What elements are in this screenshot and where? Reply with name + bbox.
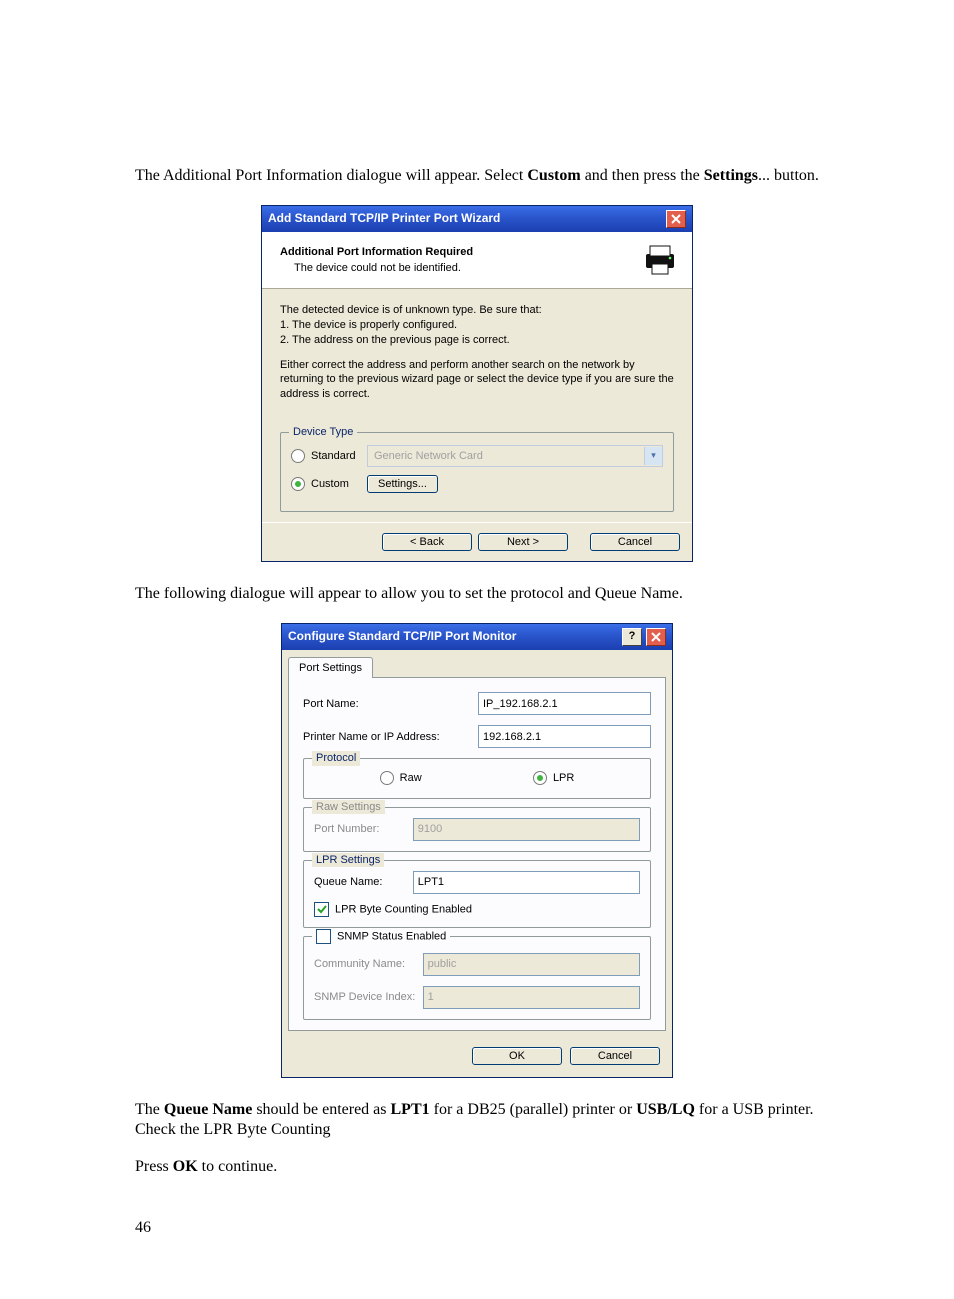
wizard-header-title: Additional Port Information Required bbox=[280, 245, 640, 259]
instruction-paragraph-4: Check the LPR Byte Counting bbox=[135, 1120, 819, 1141]
port-name-input[interactable] bbox=[478, 692, 651, 715]
queue-name-input[interactable] bbox=[413, 871, 640, 894]
device-type-fieldset: Device Type Standard Generic Network Car… bbox=[280, 432, 674, 512]
lpr-settings-legend: LPR Settings bbox=[312, 853, 384, 867]
snmp-fieldset: SNMP Status Enabled Community Name: SNMP… bbox=[303, 936, 651, 1020]
configure-port-dialog: Configure Standard TCP/IP Port Monitor ?… bbox=[281, 623, 673, 1078]
device-type-select: Generic Network Card ▾ bbox=[367, 445, 663, 467]
close-icon[interactable] bbox=[666, 210, 686, 228]
configure-titlebar[interactable]: Configure Standard TCP/IP Port Monitor ? bbox=[282, 624, 672, 650]
lpr-byte-counting-label: LPR Byte Counting Enabled bbox=[335, 903, 472, 915]
queue-name-label: Queue Name: bbox=[314, 875, 413, 889]
help-icon[interactable]: ? bbox=[622, 628, 642, 646]
snmp-index-input bbox=[423, 986, 640, 1009]
cancel-button[interactable]: Cancel bbox=[570, 1047, 660, 1065]
radio-lpr-label: LPR bbox=[553, 771, 574, 785]
next-button[interactable]: Next > bbox=[478, 533, 568, 551]
printer-address-label: Printer Name or IP Address: bbox=[303, 730, 478, 744]
settings-button[interactable]: Settings... bbox=[367, 475, 438, 493]
instruction-text: The detected device is of unknown type. … bbox=[280, 303, 674, 348]
wizard-header-sub: The device could not be identified. bbox=[280, 261, 640, 275]
radio-custom-label: Custom bbox=[311, 477, 361, 491]
raw-settings-fieldset: Raw Settings Port Number: bbox=[303, 807, 651, 852]
wizard-header: Additional Port Information Required The… bbox=[262, 232, 692, 289]
radio-lpr[interactable] bbox=[533, 771, 547, 785]
radio-raw-label: Raw bbox=[400, 771, 422, 785]
snmp-enabled-label: SNMP Status Enabled bbox=[337, 930, 446, 942]
raw-settings-legend: Raw Settings bbox=[312, 800, 385, 814]
protocol-fieldset: Protocol Raw LPR bbox=[303, 758, 651, 798]
close-icon[interactable] bbox=[646, 628, 666, 646]
back-button[interactable]: < Back bbox=[382, 533, 472, 551]
instruction-text-2: Either correct the address and perform a… bbox=[280, 358, 674, 403]
port-number-label: Port Number: bbox=[314, 822, 413, 836]
radio-raw[interactable] bbox=[380, 771, 394, 785]
tab-port-settings[interactable]: Port Settings bbox=[288, 657, 373, 678]
printer-address-input[interactable] bbox=[478, 725, 651, 748]
ok-button[interactable]: OK bbox=[472, 1047, 562, 1065]
configure-title: Configure Standard TCP/IP Port Monitor bbox=[288, 629, 516, 645]
add-port-wizard-dialog: Add Standard TCP/IP Printer Port Wizard … bbox=[261, 205, 693, 562]
radio-standard[interactable] bbox=[291, 449, 305, 463]
snmp-index-label: SNMP Device Index: bbox=[314, 990, 423, 1004]
protocol-legend: Protocol bbox=[312, 751, 360, 765]
page-number: 46 bbox=[135, 1218, 819, 1239]
wizard-title: Add Standard TCP/IP Printer Port Wizard bbox=[268, 211, 500, 227]
instruction-paragraph-5: Press OK to continue. bbox=[135, 1157, 819, 1178]
community-name-input bbox=[423, 953, 640, 976]
chevron-down-icon: ▾ bbox=[644, 447, 662, 465]
community-name-label: Community Name: bbox=[314, 957, 423, 971]
lpr-settings-fieldset: LPR Settings Queue Name: LPR Byte Counti… bbox=[303, 860, 651, 928]
printer-icon bbox=[640, 240, 680, 280]
radio-custom[interactable] bbox=[291, 477, 305, 491]
port-name-label: Port Name: bbox=[303, 697, 478, 711]
instruction-paragraph-1: The Additional Port Information dialogue… bbox=[135, 166, 819, 187]
snmp-enabled-checkbox[interactable] bbox=[316, 929, 331, 944]
wizard-titlebar[interactable]: Add Standard TCP/IP Printer Port Wizard bbox=[262, 206, 692, 232]
cancel-button[interactable]: Cancel bbox=[590, 533, 680, 551]
lpr-byte-counting-checkbox[interactable] bbox=[314, 902, 329, 917]
port-number-input bbox=[413, 818, 640, 841]
instruction-paragraph-2: The following dialogue will appear to al… bbox=[135, 584, 819, 605]
radio-standard-label: Standard bbox=[311, 449, 361, 463]
instruction-paragraph-3: The Queue Name should be entered as LPT1… bbox=[135, 1100, 819, 1121]
device-type-legend: Device Type bbox=[289, 425, 357, 439]
